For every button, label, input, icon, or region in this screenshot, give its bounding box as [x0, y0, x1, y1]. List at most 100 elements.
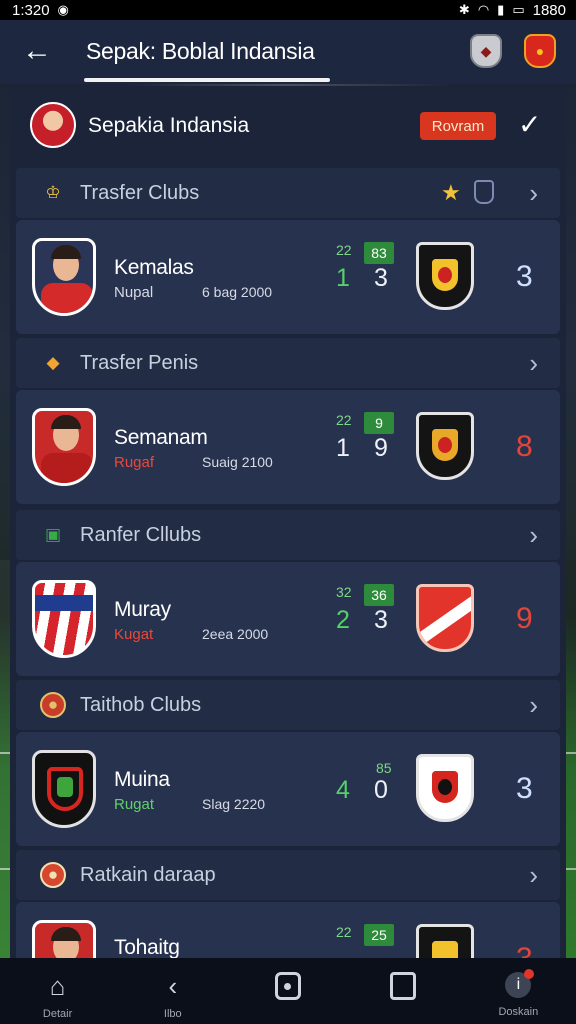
stat-top: 85: [376, 760, 392, 776]
list-item[interactable]: Kemalas Nupal 6 bag 2000 22 1 83 3 3: [16, 220, 560, 334]
player-crest: [32, 750, 96, 828]
player-position: Nupal: [114, 284, 154, 301]
club-crest: [416, 584, 474, 652]
score: 3: [516, 772, 533, 805]
stat-left: 4: [336, 776, 350, 804]
emblem-icon: ●: [40, 692, 66, 718]
player-name: Kemalas: [114, 256, 194, 279]
score: 9: [516, 602, 533, 635]
stat-top: 32: [336, 584, 352, 600]
player-crest: [32, 408, 96, 486]
status-battery-time: 1880: [532, 1, 566, 19]
star-icon[interactable]: ★: [441, 180, 461, 206]
section-header-taithob-clubs[interactable]: ● Taithob Clubs ›: [16, 680, 560, 730]
stat-right: 3: [374, 606, 388, 634]
player-crest: [32, 920, 96, 958]
stat-left: 1: [336, 264, 350, 292]
section-header-ratkain-daraap[interactable]: ● Ratkain daraap ›: [16, 850, 560, 900]
chevron-right-icon[interactable]: ›: [529, 520, 538, 551]
wifi-icon: ◠: [477, 2, 490, 17]
emblem-icon: ●: [40, 862, 66, 888]
section-label: Ratkain daraap: [80, 864, 216, 886]
player-position: Rugaf: [114, 454, 155, 471]
stat-left: 1: [336, 434, 350, 462]
section-label: Taithob Clubs: [80, 694, 202, 716]
score: 3: [516, 260, 533, 293]
stat-right: 3: [374, 264, 388, 292]
badge-icon: ◆: [46, 353, 60, 372]
shield-icon[interactable]: ◆: [470, 34, 502, 68]
stat-right: 9: [374, 434, 388, 462]
section-label: Trasfer Penis: [80, 352, 199, 374]
score: 3: [516, 942, 533, 958]
player-date: Suaig 2100: [202, 454, 273, 470]
list-item[interactable]: Semanam Rugaf Suaig 2100 22 1 9 9 8: [16, 390, 560, 504]
stat-top: 22: [336, 242, 352, 258]
chevron-right-icon[interactable]: ›: [529, 178, 538, 209]
check-icon[interactable]: ✓: [518, 108, 541, 141]
home-square-icon: [274, 972, 301, 1000]
nav-item-home-square[interactable]: [243, 972, 333, 1000]
player-position: Rugat: [114, 796, 155, 813]
club-crest: [416, 754, 474, 822]
section-header-transfer-penis[interactable]: ◆ Trasfer Penis ›: [16, 338, 560, 388]
back-icon: ‹: [168, 971, 178, 1001]
nav-item-recent-apps[interactable]: [358, 972, 448, 1000]
badge-icon[interactable]: [474, 180, 494, 204]
club-crest-icon[interactable]: ●: [524, 34, 556, 68]
stat-box: 83: [364, 242, 394, 264]
nav-label: Ilbo: [163, 1008, 182, 1020]
home-icon: ⌂: [49, 971, 66, 1001]
list-item[interactable]: Tohaitg 22 25 3: [16, 902, 560, 958]
nav-label: Doskain: [498, 1006, 539, 1018]
club-crest: [416, 924, 474, 958]
avatar: [30, 102, 76, 148]
status-time: 1:320: [12, 1, 50, 19]
chevron-right-icon[interactable]: ›: [529, 690, 538, 721]
nav-label: Detair: [42, 1008, 73, 1020]
player-name: Semanam: [114, 426, 208, 449]
nav-item-back[interactable]: ‹ Ilbo: [128, 972, 218, 1020]
player-crest: [32, 238, 96, 316]
crown-icon: ♔: [45, 183, 61, 202]
league-name: Sepakia Indansia: [88, 114, 250, 137]
bottom-nav: ⌂ Detair ‹ Ilbo i Doskain: [0, 958, 576, 1024]
title-underline: [84, 78, 330, 82]
signal-icon: ▮: [497, 2, 505, 17]
section-header-ranfer-clubs[interactable]: ▣ Ranfer Cllubs ›: [16, 510, 560, 560]
club-crest: [416, 412, 474, 480]
league-action-button[interactable]: Rovram: [420, 112, 496, 140]
league-header[interactable]: Sepakia Indansia Rovram ✓: [18, 100, 558, 152]
status-bar: 1:320 ◉ ✱ ◠ ▮ ▭ 1880: [0, 0, 576, 20]
club-crest: [416, 242, 474, 310]
battery-icon: ▭: [512, 2, 525, 17]
nav-item-home[interactable]: ⌂ Detair: [13, 972, 103, 1020]
app-bar: ← Sepak: Boblal Indansia ◆ ●: [0, 20, 576, 84]
lock-icon: ▣: [44, 525, 62, 544]
bluetooth-icon: ✱: [458, 2, 470, 17]
stat-right: 0: [374, 776, 388, 804]
section-label: Trasfer Clubs: [80, 182, 200, 204]
stat-top: 22: [336, 924, 352, 940]
list-item[interactable]: Muina Rugat Slag 2220 85 4 0 3: [16, 732, 560, 846]
section-label: Ranfer Cllubs: [80, 524, 202, 546]
stat-box: 36: [364, 584, 394, 606]
player-name: Muina: [114, 768, 170, 791]
nav-item-info[interactable]: i Doskain: [473, 969, 563, 1018]
stat-top: 22: [336, 412, 352, 428]
player-date: Slag 2220: [202, 796, 266, 812]
chevron-right-icon[interactable]: ›: [529, 348, 538, 379]
page-title: Sepak: Boblal Indansia: [86, 38, 315, 64]
shield-status-icon: ◉: [57, 2, 69, 17]
player-name: Tohaitg: [114, 936, 180, 958]
chevron-right-icon[interactable]: ›: [529, 860, 538, 891]
score: 8: [516, 430, 533, 463]
player-crest: [32, 580, 96, 658]
player-date: 6 bag 2000: [202, 284, 273, 300]
list-item[interactable]: Muray Kugat 2eea 2000 32 2 36 3 9: [16, 562, 560, 676]
recent-apps-icon: [390, 972, 417, 1000]
section-header-transfer-clubs[interactable]: ♔ Trasfer Clubs ★ ›: [16, 168, 560, 218]
back-arrow-icon[interactable]: ←: [22, 36, 52, 66]
player-date: 2eea 2000: [202, 626, 269, 642]
player-position: Kugat: [114, 626, 154, 643]
